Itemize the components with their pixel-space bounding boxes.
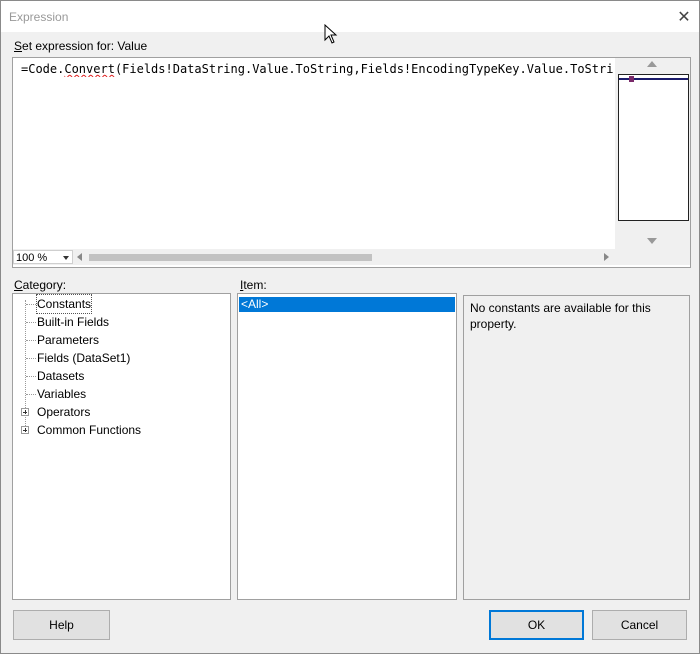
scroll-left-icon[interactable]	[77, 253, 82, 261]
category-tree[interactable]: Constants Built-in Fields Parameters Fie…	[12, 293, 231, 600]
description-panel: No constants are available for this prop…	[463, 295, 690, 600]
close-icon[interactable]: ✕	[669, 1, 699, 32]
expression-dialog: Expression ✕ Set expression for: Value =…	[0, 0, 700, 654]
expression-text[interactable]: =Code.Convert(Fields!DataString.Value.To…	[21, 61, 613, 77]
scroll-down-icon[interactable]	[647, 238, 657, 244]
description-text: No constants are available for this prop…	[470, 301, 651, 331]
tree-branch	[26, 322, 36, 323]
category-item-datasets[interactable]: Datasets	[37, 367, 84, 385]
set-expression-label: Set expression for: Value	[14, 39, 148, 53]
item-label: Item:	[240, 278, 267, 292]
scroll-right-icon[interactable]	[604, 253, 609, 261]
category-item-variables[interactable]: Variables	[37, 385, 86, 403]
tree-branch	[26, 340, 36, 341]
scrollbar-thumb[interactable]	[89, 254, 372, 261]
expression-editor[interactable]: =Code.Convert(Fields!DataString.Value.To…	[12, 57, 691, 268]
tree-branch	[26, 304, 36, 305]
minimap[interactable]	[618, 74, 689, 221]
title-bar: Expression ✕	[1, 1, 699, 32]
minimap-marker	[629, 76, 634, 82]
scroll-up-icon[interactable]	[647, 61, 657, 67]
chevron-down-icon	[63, 256, 69, 260]
mouse-cursor-icon	[324, 24, 338, 44]
dialog-title: Expression	[9, 10, 69, 24]
category-item-operators[interactable]: Operators	[37, 403, 90, 421]
tree-branch	[26, 376, 36, 377]
category-item-fields-dataset1[interactable]: Fields (DataSet1)	[37, 349, 130, 367]
horizontal-scrollbar[interactable]: 100 %	[13, 249, 615, 265]
tree-branch	[26, 358, 36, 359]
expand-plus-icon[interactable]	[21, 426, 29, 434]
expand-plus-icon[interactable]	[21, 408, 29, 416]
tree-branch	[26, 394, 36, 395]
cancel-button[interactable]: Cancel	[592, 610, 687, 640]
overview-panel	[615, 58, 690, 265]
ok-button[interactable]: OK	[489, 610, 584, 640]
category-item-common-functions[interactable]: Common Functions	[37, 421, 141, 439]
list-item-all[interactable]: <All>	[239, 297, 455, 312]
category-item-parameters[interactable]: Parameters	[37, 331, 99, 349]
category-label: Category:	[14, 278, 67, 292]
zoom-dropdown[interactable]: 100 %	[13, 250, 73, 264]
category-item-built-in-fields[interactable]: Built-in Fields	[37, 313, 109, 331]
help-button[interactable]: Help	[13, 610, 110, 640]
category-item-constants[interactable]: Constants	[35, 294, 93, 314]
item-list[interactable]: <All>	[237, 293, 457, 600]
